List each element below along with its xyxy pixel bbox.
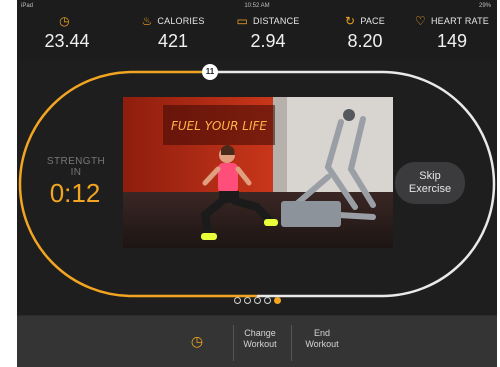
page-dot-active[interactable] [273,297,281,304]
page-dot[interactable] [243,297,251,304]
toolbar-divider [291,325,292,361]
metric-time: ◷ 23.44 [27,12,107,58]
end-workout-line1: End [313,328,330,338]
strength-countdown-label: STRENGTH IN [45,156,107,178]
metric-heart-rate-value: 149 [436,31,468,51]
ruler-icon: ▭ [236,14,249,28]
metrics-bar: ◷ 23.44 ♨ CALORIES 421 ▭ DISTANCE 2.94 ↻… [17,12,497,58]
status-time: 10:52 AM [244,3,270,9]
metric-distance: ▭ DISTANCE 2.94 [222,12,314,58]
metric-distance-label: DISTANCE [253,16,300,26]
metric-calories-value: 421 [157,31,189,51]
change-workout-button[interactable]: Change Workout [234,328,286,350]
video-frame: FUEL YOUR LIFE [123,97,393,248]
change-workout-line2: Workout [243,339,277,349]
status-bar: iPad 10:52 AM 29% [17,0,497,12]
skip-label-line2: Exercise [408,183,452,195]
lap-counter: 11 [202,64,218,80]
bottom-toolbar: ◷ Change Workout End Workout [17,315,497,367]
page-indicator [17,297,497,304]
metric-heart-rate-label: HEART RATE [430,16,489,26]
metric-calories: ♨ CALORIES 421 [127,12,219,58]
workout-stage: 11 STRENGTH IN 0:12 FUEL YOUR LIFE Skip … [17,60,497,315]
battery-level: 29% [478,3,491,9]
skip-exercise-button[interactable]: Skip Exercise [395,162,465,204]
flame-icon: ♨ [141,14,153,28]
metric-distance-value: 2.94 [250,31,286,51]
metric-heart-rate: ♡ HEART RATE 149 [409,12,495,58]
video-banner-text: FUEL YOUR LIFE [171,119,267,133]
strength-countdown-time: 0:12 [49,178,101,208]
metric-calories-label: CALORIES [157,16,205,26]
metric-time-value: 23.44 [44,31,90,51]
metric-pace-label: PACE [360,16,385,26]
app-screen: iPad 10:52 AM 29% ◷ 23.44 ♨ CALORIES 421… [17,0,497,367]
metric-pace-value: 8.20 [347,31,383,51]
skip-label-line1: Skip [419,170,441,182]
page-dot[interactable] [233,297,241,304]
clock-icon: ◷ [59,14,70,28]
change-workout-line1: Change [244,328,276,338]
strength-label-line1: STRENGTH [46,156,106,167]
page-dot[interactable] [253,297,261,304]
heart-icon: ♡ [415,14,426,28]
strength-label-line2: IN [70,167,82,178]
page-dot[interactable] [263,297,271,304]
exercise-video[interactable]: FUEL YOUR LIFE [123,97,393,248]
speedometer-icon: ↻ [345,14,356,28]
clock-icon[interactable]: ◷ [189,333,205,349]
metric-pace: ↻ PACE 8.20 [325,12,405,58]
end-workout-button[interactable]: End Workout [296,328,348,350]
end-workout-line2: Workout [305,339,339,349]
